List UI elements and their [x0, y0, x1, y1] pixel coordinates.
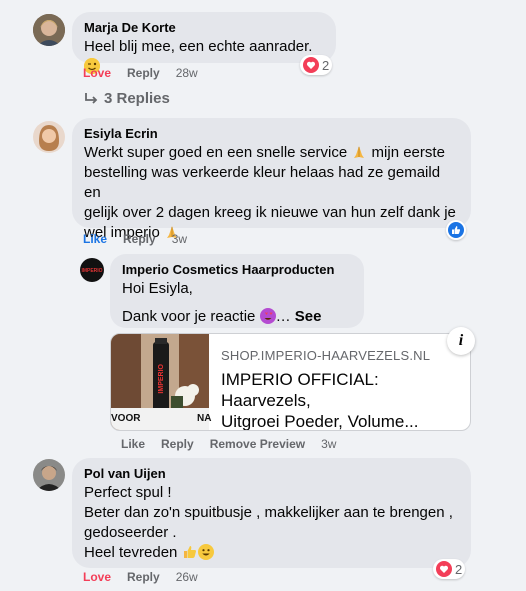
reply-arrow-icon: [85, 92, 98, 104]
comment-actions: Love Reply 26w: [83, 570, 198, 584]
avatar-imperio[interactable]: IMPERIO: [80, 258, 104, 282]
svg-text:IMPERIO: IMPERIO: [81, 268, 102, 274]
reply-actions: Like Reply Remove Preview 3w: [121, 437, 336, 451]
smile-emoji-icon: [197, 544, 214, 561]
pray-emoji-icon: [351, 144, 367, 161]
like-button[interactable]: Like: [83, 232, 107, 246]
comment-author[interactable]: Pol van Uijen: [84, 466, 459, 482]
link-title-line2: Uitgroei Poeder, Volume...: [221, 412, 419, 431]
love-button[interactable]: Love: [83, 66, 111, 80]
reply-button[interactable]: Reply: [161, 437, 194, 451]
view-replies-button[interactable]: 3 Replies: [84, 90, 170, 107]
reaction-count: 2: [455, 561, 463, 577]
heart-eyes-emoji-icon: [259, 308, 276, 325]
avatar-pol[interactable]: [33, 459, 65, 491]
heart-reaction-icon: [303, 57, 319, 73]
comment-bubble-marja: Marja De Korte Heel blij mee, een echte …: [72, 12, 336, 74]
link-title-line1: IMPERIO OFFICIAL: Haarvezels,: [221, 370, 379, 410]
replies-label: 3 Replies: [104, 90, 170, 107]
link-preview-card[interactable]: IMPERIO VOOR NA SHOP.IMPERIO-HAARVEZELS.…: [110, 333, 471, 431]
timestamp[interactable]: 3w: [321, 437, 336, 451]
reply-button[interactable]: Reply: [127, 570, 160, 584]
reaction-summary[interactable]: 2: [433, 559, 466, 579]
thumbnail-brand: IMPERIO: [158, 364, 165, 394]
avatar-esiyla[interactable]: [33, 121, 65, 153]
reply-button[interactable]: Reply: [127, 66, 160, 80]
reaction-summary[interactable]: [446, 220, 466, 240]
like-reaction-icon: [448, 222, 464, 238]
reply-button[interactable]: Reply: [123, 232, 156, 246]
like-button[interactable]: Like: [121, 437, 145, 451]
comment-text-line1: Hoi Esiyla,: [122, 280, 193, 297]
timestamp[interactable]: 3w: [172, 232, 187, 246]
comment-author[interactable]: Imperio Cosmetics Haarproducten: [122, 262, 352, 278]
comment-bubble-esiyla: Esiyla Ecrin Werkt super goed en een sne…: [72, 118, 471, 241]
reaction-summary[interactable]: 2: [300, 55, 333, 75]
timestamp[interactable]: 28w: [176, 66, 198, 80]
info-icon[interactable]: i: [447, 327, 475, 355]
link-info: SHOP.IMPERIO-HAARVEZELS.NL IMPERIO OFFIC…: [209, 334, 470, 430]
comment-bubble-pol: Pol van Uijen Perfect spul ! Beter dan z…: [72, 458, 471, 568]
reaction-count: 2: [322, 57, 330, 73]
reply-bubble-imperio: Imperio Cosmetics Haarproducten Hoi Esiy…: [110, 254, 364, 345]
comment-author[interactable]: Marja De Korte: [84, 20, 324, 36]
love-button[interactable]: Love: [83, 570, 111, 584]
avatar-marja[interactable]: [33, 14, 65, 46]
remove-preview-button[interactable]: Remove Preview: [210, 437, 305, 451]
timestamp[interactable]: 26w: [176, 570, 198, 584]
heart-reaction-icon: [436, 561, 452, 577]
thumbnail-before-label: VOOR: [111, 413, 141, 424]
comment-text: Werkt super goed en een snelle service m…: [84, 144, 456, 241]
link-thumbnail: IMPERIO VOOR NA: [111, 334, 211, 430]
comment-author[interactable]: Esiyla Ecrin: [84, 126, 459, 142]
thumbs-up-emoji-icon: [182, 544, 198, 561]
link-domain: SHOP.IMPERIO-HAARVEZELS.NL: [221, 348, 431, 363]
comment-actions: Like Reply 3w: [83, 232, 187, 246]
comment-text: Perfect spul ! Beter dan zo'n spuitbusje…: [84, 484, 453, 561]
info-glyph: i: [458, 332, 464, 349]
comment-actions: Love Reply 28w: [83, 66, 198, 80]
